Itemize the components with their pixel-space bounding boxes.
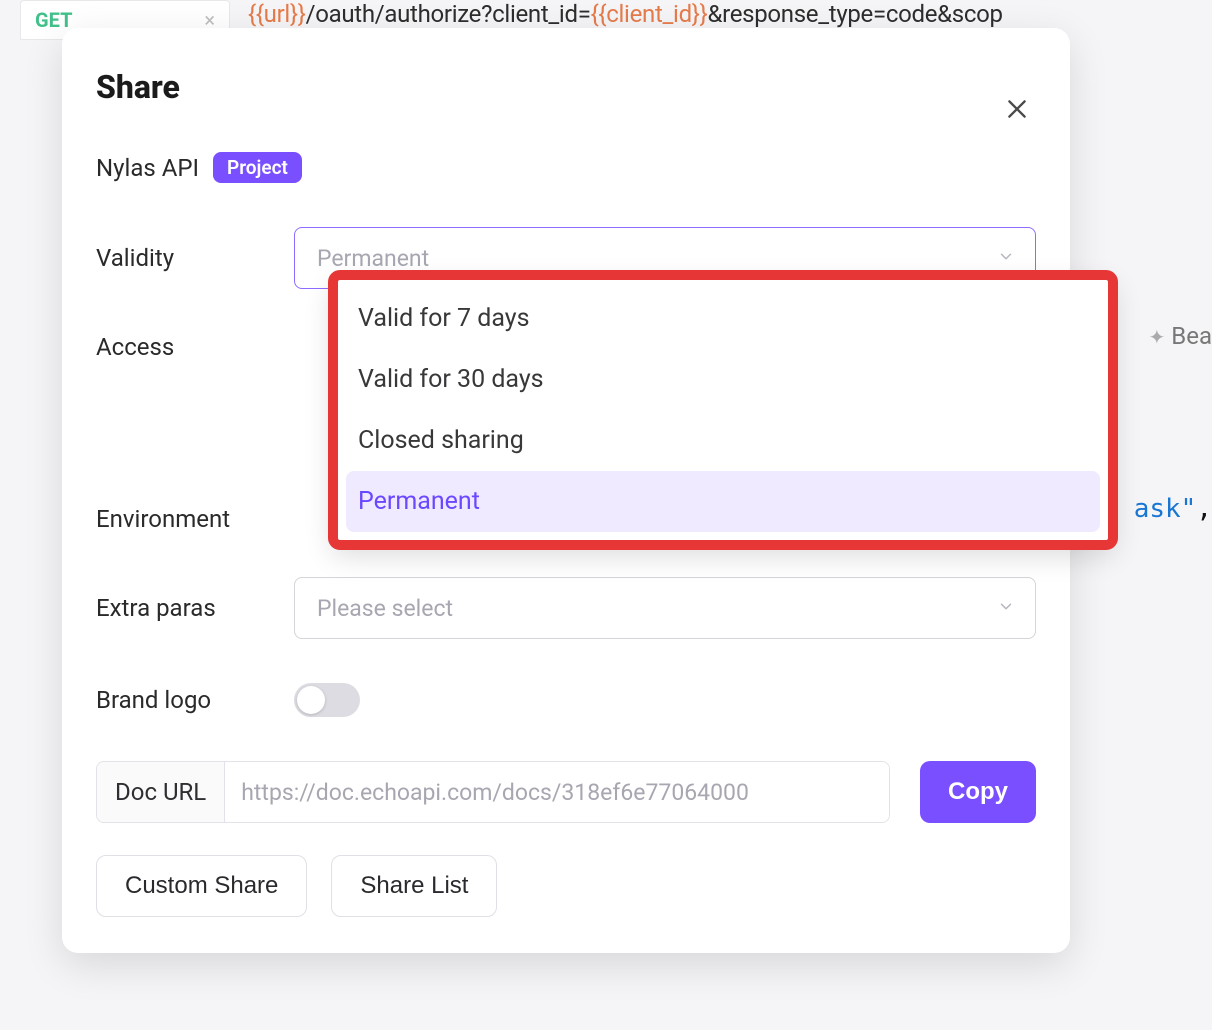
footer-buttons: Custom Share Share List: [96, 855, 1036, 917]
close-icon: [1004, 96, 1030, 122]
share-modal: Share Nylas API Project Validity Permane…: [62, 28, 1070, 953]
side-tab-label: Bea: [1171, 322, 1212, 350]
background-json-fragment: ask",: [1134, 494, 1212, 524]
doc-url-group: Doc URL: [96, 761, 890, 823]
json-punct: ,: [1196, 494, 1212, 524]
custom-share-button[interactable]: Custom Share: [96, 855, 307, 917]
brand-logo-toggle[interactable]: [294, 683, 360, 717]
modal-title: Share: [96, 68, 1036, 106]
extra-paras-select[interactable]: Please select: [294, 577, 1036, 639]
share-list-button[interactable]: Share List: [331, 855, 497, 917]
project-badge: Project: [213, 152, 302, 183]
access-label: Access: [96, 333, 294, 361]
url-var-2: {{client_id}}: [591, 0, 708, 28]
toggle-knob: [297, 686, 325, 714]
brand-logo-row: Brand logo: [96, 683, 1036, 717]
copy-button[interactable]: Copy: [920, 761, 1036, 823]
share-subhead: Nylas API Project: [96, 152, 1036, 183]
spark-icon: ✦: [1149, 325, 1166, 349]
url-var-1: {{url}}: [248, 0, 306, 28]
validity-option-permanent[interactable]: Permanent: [346, 471, 1100, 532]
validity-option-closed[interactable]: Closed sharing: [346, 410, 1100, 471]
background-side-tab: ✦Bea: [1149, 322, 1212, 350]
close-button[interactable]: [1000, 92, 1034, 126]
validity-dropdown-wrapper: Valid for 7 days Valid for 30 days Close…: [332, 274, 1114, 546]
doc-url-label: Doc URL: [97, 762, 225, 822]
validity-option-30-days[interactable]: Valid for 30 days: [346, 349, 1100, 410]
validity-select-value: Permanent: [317, 245, 429, 272]
chevron-down-icon: [997, 595, 1015, 622]
validity-dropdown: Valid for 7 days Valid for 30 days Close…: [332, 274, 1114, 546]
api-name: Nylas API: [96, 154, 199, 182]
brand-logo-label: Brand logo: [96, 686, 294, 714]
doc-url-input[interactable]: [225, 762, 889, 822]
doc-url-row: Doc URL Copy: [96, 761, 1036, 823]
extra-paras-label: Extra paras: [96, 594, 294, 622]
extra-paras-placeholder: Please select: [317, 595, 453, 622]
http-method-label: GET: [35, 8, 72, 32]
environment-label: Environment: [96, 505, 294, 533]
chevron-down-icon: [997, 245, 1015, 272]
validity-option-7-days[interactable]: Valid for 7 days: [346, 288, 1100, 349]
extra-paras-row: Extra paras Please select: [96, 577, 1036, 639]
url-text-1: /oauth/authorize?client_id=: [306, 0, 591, 28]
json-text: ask": [1134, 494, 1197, 524]
url-text-2: &response_type=code&scop: [707, 0, 1002, 28]
background-url-bar: {{url}}/oauth/authorize?client_id={{clie…: [248, 0, 1212, 30]
validity-label: Validity: [96, 244, 294, 272]
